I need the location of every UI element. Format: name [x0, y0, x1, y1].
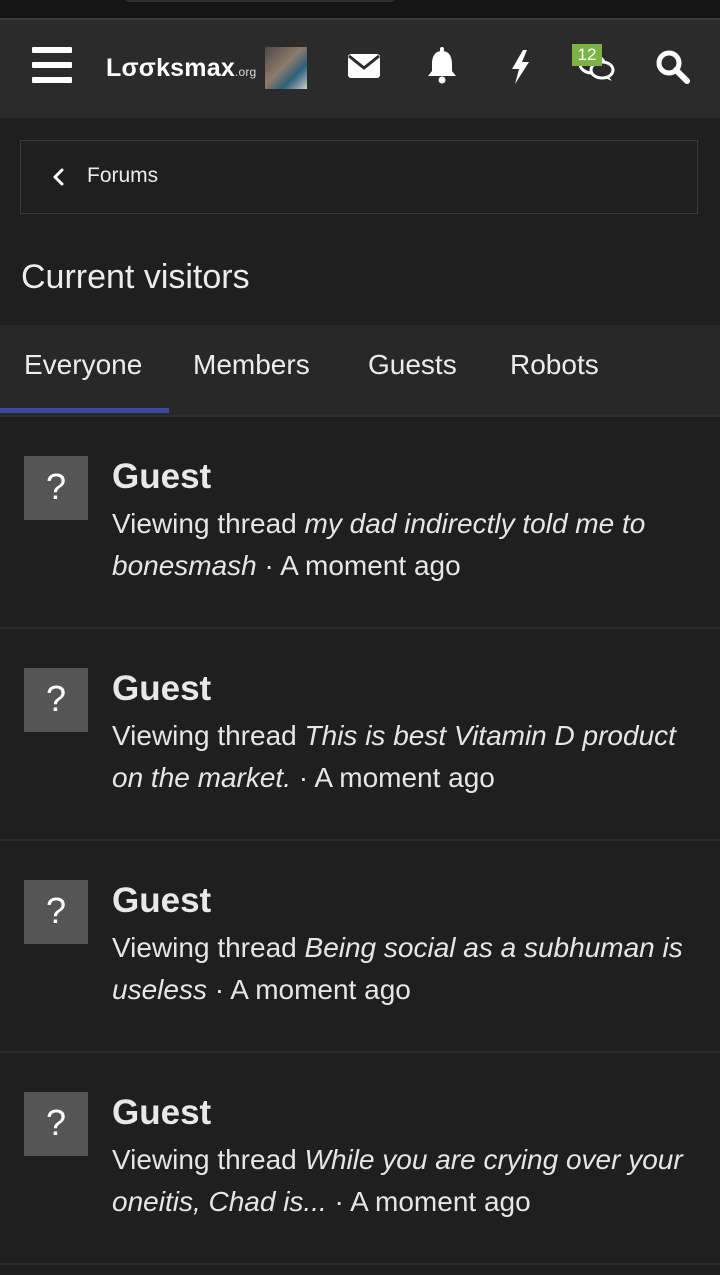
visit-time: A moment ago — [314, 761, 495, 793]
user-avatar[interactable] — [265, 47, 307, 89]
address-bar-edge — [125, 0, 395, 2]
menu-icon[interactable] — [32, 47, 72, 83]
visit-time: A moment ago — [230, 973, 411, 1005]
visitor-activity: Viewing thread my dad indirectly told me… — [112, 503, 702, 586]
separator: · — [256, 549, 281, 581]
guest-avatar[interactable]: ? — [24, 1092, 88, 1156]
chevron-left-icon — [51, 167, 67, 192]
visitor-list: ? Guest Viewing thread my dad indirectly… — [0, 417, 720, 1265]
visitor-name: Guest — [112, 669, 212, 708]
activity-text: Viewing thread — [112, 720, 297, 751]
activity-text: Viewing thread — [112, 932, 297, 963]
site-header: Lσσksmax.org 12 — [0, 20, 720, 118]
visitor-activity: Viewing thread Being social as a subhuma… — [112, 927, 702, 1010]
tab-members[interactable]: Members — [193, 349, 310, 381]
visit-time: A moment ago — [350, 1185, 531, 1217]
tab-guests[interactable]: Guests — [368, 349, 457, 381]
notification-count-badge: 12 — [572, 44, 602, 66]
visitor-tabs: Everyone Members Guests Robots — [0, 325, 720, 417]
visitor-activity: Viewing thread While you are crying over… — [112, 1139, 702, 1222]
page-title: Current visitors — [21, 258, 250, 296]
bell-icon[interactable] — [420, 44, 464, 88]
list-item: ? Guest Viewing thread my dad indirectly… — [0, 417, 720, 629]
guest-avatar[interactable]: ? — [24, 880, 88, 944]
active-tab-indicator — [0, 408, 169, 413]
bolt-icon[interactable] — [498, 44, 542, 88]
top-strip — [0, 0, 720, 20]
list-item: ? Guest Viewing thread Being social as a… — [0, 841, 720, 1053]
visitor-activity: Viewing thread This is best Vitamin D pr… — [112, 715, 702, 798]
visitor-name: Guest — [112, 1093, 212, 1132]
visit-time: A moment ago — [280, 549, 461, 581]
logo-text: Lσσksmax — [106, 54, 235, 82]
search-icon[interactable] — [651, 44, 695, 88]
guest-avatar[interactable]: ? — [24, 668, 88, 732]
breadcrumb[interactable]: Forums — [20, 140, 698, 214]
list-item: ? Guest Viewing thread This is best Vita… — [0, 629, 720, 841]
logo-suffix: .org — [234, 65, 257, 79]
breadcrumb-label: Forums — [87, 164, 159, 187]
activity-text: Viewing thread — [112, 508, 297, 539]
site-logo[interactable]: Lσσksmax.org — [106, 54, 256, 83]
separator: · — [290, 761, 315, 793]
activity-text: Viewing thread — [112, 1144, 297, 1175]
separator: · — [326, 1185, 351, 1217]
separator: · — [206, 973, 231, 1005]
list-item: ? Guest Viewing thread While you are cry… — [0, 1053, 720, 1265]
visitor-name: Guest — [112, 457, 212, 496]
visitor-name: Guest — [112, 881, 212, 920]
guest-avatar[interactable]: ? — [24, 456, 88, 520]
tab-robots[interactable]: Robots — [510, 349, 599, 381]
envelope-icon[interactable] — [342, 44, 386, 88]
tab-everyone[interactable]: Everyone — [24, 349, 142, 381]
